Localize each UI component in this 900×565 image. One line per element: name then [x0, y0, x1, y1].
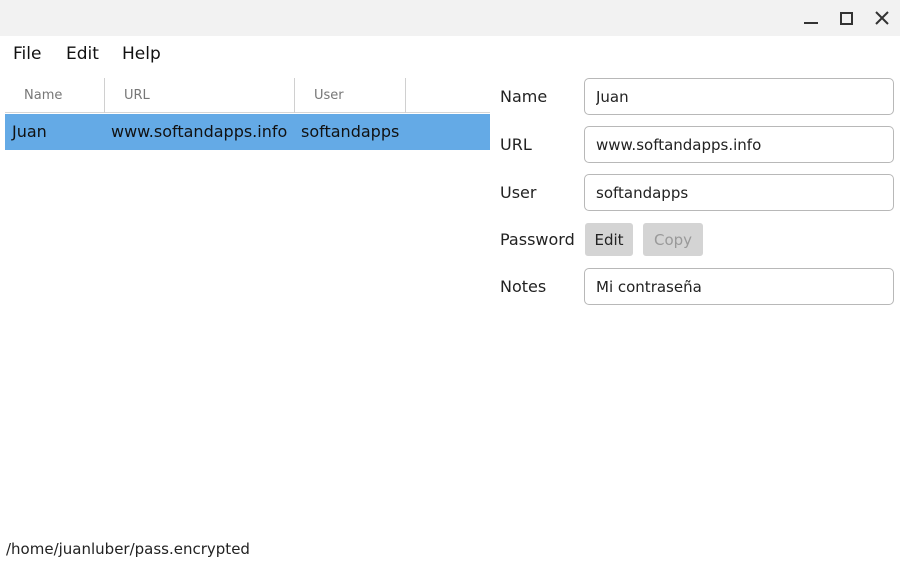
- title-bar: [0, 0, 900, 36]
- column-header-name[interactable]: Name: [5, 78, 105, 113]
- menu-help[interactable]: Help: [122, 44, 161, 64]
- url-field[interactable]: [584, 126, 894, 163]
- cell-url: www.softandapps.info: [111, 122, 288, 141]
- notes-field[interactable]: [584, 268, 894, 305]
- minimize-icon[interactable]: [801, 8, 821, 28]
- table-row[interactable]: Juan www.softandapps.info softandapps: [5, 114, 490, 150]
- table-header: Name URL User: [5, 78, 490, 113]
- edit-password-button[interactable]: Edit: [585, 223, 633, 256]
- menu-edit[interactable]: Edit: [66, 44, 99, 64]
- column-header-url[interactable]: URL: [105, 78, 295, 113]
- maximize-icon[interactable]: [836, 8, 856, 28]
- menu-bar: File Edit Help: [0, 36, 900, 72]
- menu-file[interactable]: File: [13, 44, 41, 64]
- name-field[interactable]: [584, 78, 894, 115]
- url-label: URL: [500, 135, 532, 154]
- cell-name: Juan: [12, 122, 47, 141]
- notes-label: Notes: [500, 277, 547, 296]
- copy-password-button[interactable]: Copy: [643, 223, 703, 256]
- cell-user: softandapps: [301, 122, 400, 141]
- entries-table: Name URL User Juan www.softandapps.info …: [5, 78, 490, 518]
- password-label: Password: [500, 230, 575, 249]
- user-label: User: [500, 183, 537, 202]
- name-label: Name: [500, 87, 548, 106]
- user-field[interactable]: [584, 174, 894, 211]
- column-header-user[interactable]: User: [295, 78, 406, 113]
- close-icon[interactable]: [872, 8, 892, 28]
- status-file-path: /home/juanluber/pass.encrypted: [6, 540, 250, 558]
